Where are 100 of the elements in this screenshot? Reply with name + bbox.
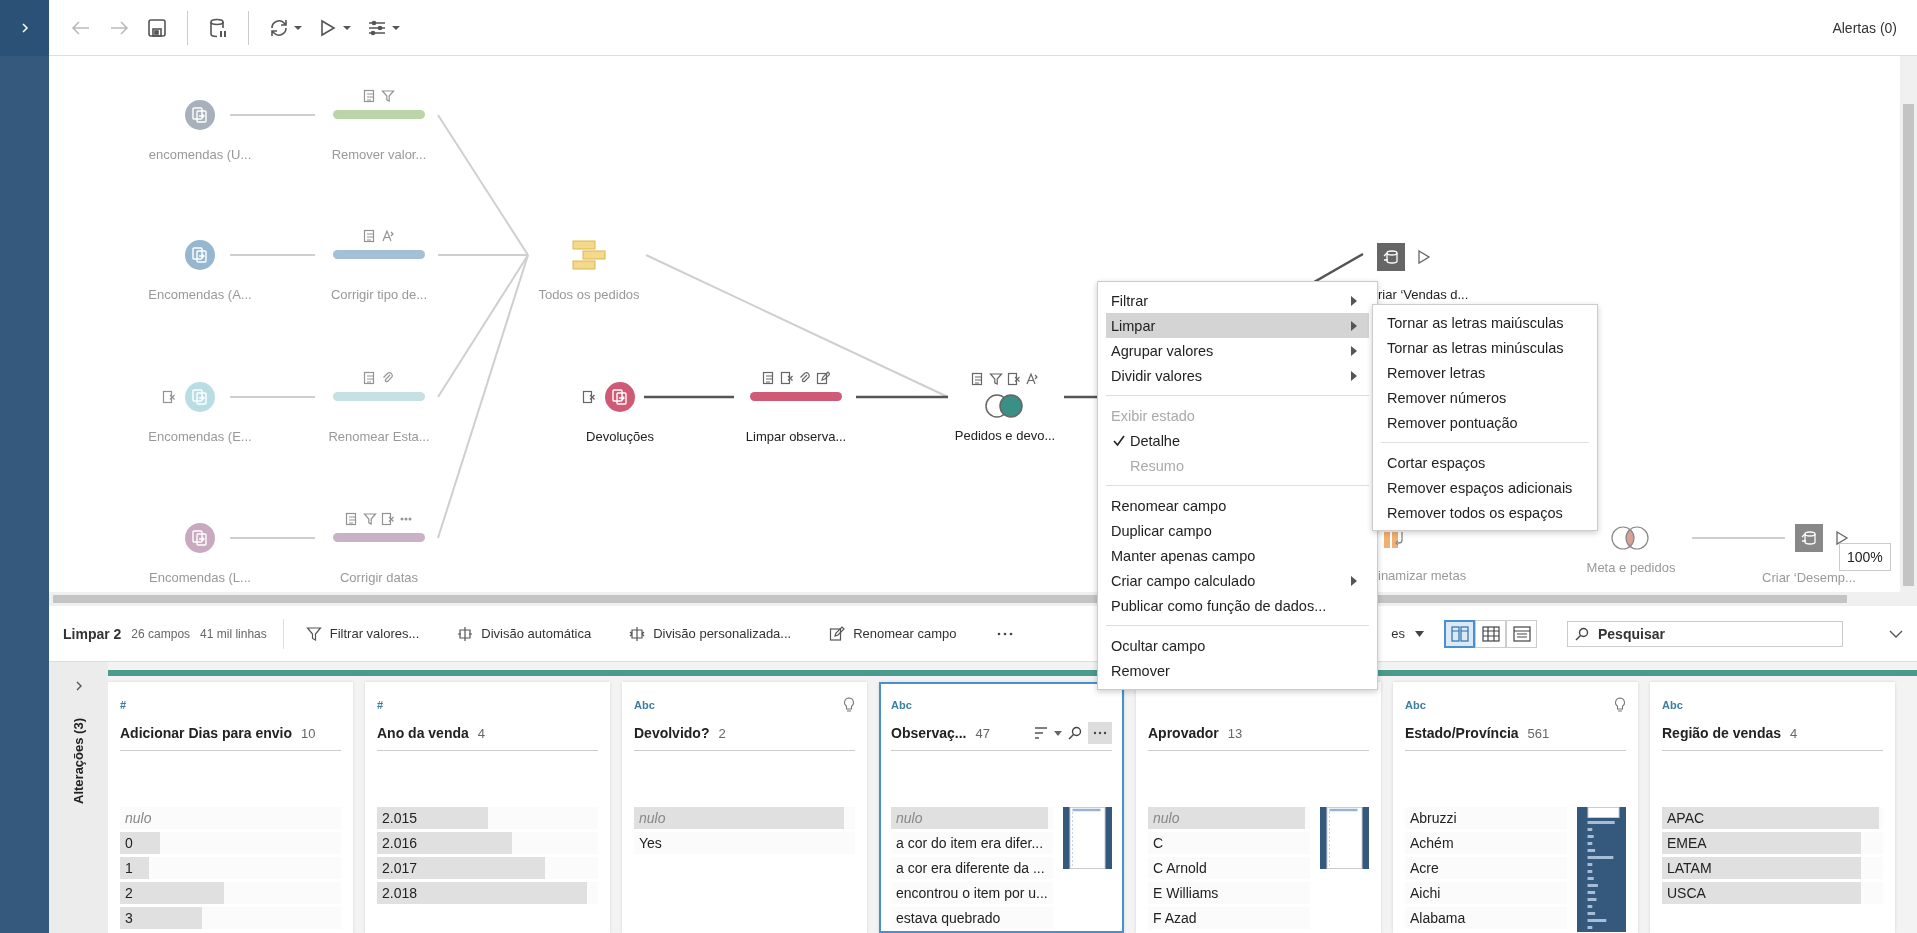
menu-item[interactable]: Duplicar campo (1106, 518, 1369, 543)
field-card[interactable]: # Adicionar Dias para envio 10 nulo 0 1 2 3 (108, 682, 353, 933)
play-icon[interactable] (1417, 249, 1431, 265)
menu-item[interactable]: Remover espaços adicionais (1373, 475, 1597, 500)
field-card[interactable]: Abc Estado/Província 561 Abruzzi Achém Acre Aichi Alabama (1393, 682, 1638, 933)
menu-item[interactable]: Publicar como função de dados... (1106, 593, 1369, 618)
menu-item[interactable]: Detalhe (1106, 428, 1369, 453)
value-count: 13 (1227, 725, 1243, 741)
menu-item[interactable]: Remover (1106, 658, 1369, 683)
view-toggle[interactable] (1475, 619, 1506, 648)
value-label[interactable]: Alabama (1405, 910, 1466, 926)
field-card[interactable]: Aprovador 13 nulo C C Arnold E Williams F Azad (1136, 682, 1381, 933)
value-label[interactable]: 2.017 (377, 860, 418, 876)
value-label[interactable]: LATAM (1662, 860, 1712, 876)
toolbar-action[interactable]: Divisão automática (451, 624, 598, 643)
value-label[interactable]: F Azad (1148, 910, 1197, 926)
menu-item[interactable]: Agrupar valores (1106, 338, 1369, 363)
alerts-link[interactable]: Alertas (0) (1832, 19, 1897, 36)
value-label[interactable]: a cor era diferente da ... (891, 860, 1045, 876)
lightbulb-icon[interactable] (1614, 697, 1626, 713)
field-card[interactable]: Abc Observaç... 47 nulo a cor do item era difer... a cor era diferente da ... encontrou o item por u... estava quebrado (879, 682, 1124, 933)
value-label[interactable]: Abruzzi (1405, 810, 1457, 826)
changes-panel-label[interactable]: Alterações (3) (71, 718, 86, 804)
value-label[interactable]: E Williams (1148, 885, 1219, 901)
caret-icon[interactable] (1054, 730, 1062, 736)
value-label[interactable]: Acre (1405, 860, 1439, 876)
input-node[interactable] (185, 523, 215, 553)
caret-icon (392, 24, 400, 31)
value-label[interactable]: 2.018 (377, 885, 418, 901)
menu-item[interactable]: Tornar as letras minúsculas (1373, 335, 1597, 360)
overview-drawing[interactable] (1320, 807, 1369, 869)
value-label[interactable]: estava quebrado (891, 910, 1001, 926)
value-label[interactable]: a cor do item era difer... (891, 835, 1044, 851)
input-node[interactable] (605, 382, 635, 412)
output-node[interactable] (1377, 243, 1405, 271)
value-label[interactable]: 3 (120, 910, 133, 926)
vertical-scrollbar[interactable] (1900, 56, 1917, 592)
histogram-drawing[interactable] (1577, 807, 1626, 932)
value-label[interactable]: 0 (120, 835, 133, 851)
search-icon[interactable] (1068, 726, 1082, 740)
value-label[interactable]: 2 (120, 885, 133, 901)
view-toggle[interactable] (1444, 619, 1475, 648)
join-icon[interactable] (1610, 525, 1652, 551)
value-label[interactable]: APAC (1662, 810, 1705, 826)
more-button[interactable] (1088, 722, 1112, 744)
toolbar-action[interactable]: Renomear campo (823, 624, 963, 643)
actions-label[interactable]: es (1391, 626, 1405, 641)
input-node[interactable] (185, 240, 215, 270)
menu-item[interactable]: Filtrar (1106, 288, 1369, 313)
value-count: 10 (300, 725, 316, 741)
value-label[interactable]: 2.015 (377, 810, 418, 826)
input-node[interactable] (185, 382, 215, 412)
node-label: inamizar metas (1378, 568, 1467, 583)
value-label[interactable]: encontrou o item por u... (891, 885, 1048, 901)
more-icon[interactable] (996, 630, 1013, 637)
overview-drawing[interactable] (1063, 807, 1112, 869)
collapse-icon[interactable] (1889, 629, 1903, 638)
menu-item[interactable]: Remover letras (1373, 360, 1597, 385)
value-label[interactable]: Aichi (1405, 885, 1441, 901)
value-label[interactable]: 2.016 (377, 835, 418, 851)
value-label[interactable]: Yes (634, 835, 662, 851)
menu-item[interactable]: Criar campo calculado (1106, 568, 1369, 593)
menu-item[interactable]: Ocultar campo (1106, 633, 1369, 658)
split-icon (457, 625, 474, 642)
node-label: Encomendas (A... (148, 287, 252, 302)
menu-item[interactable]: Tornar as letras maiúsculas (1373, 310, 1597, 335)
field-card[interactable]: # Ano da venda 4 2.015 2.016 2.017 2.018 (365, 682, 610, 933)
value-label[interactable]: C (1148, 835, 1164, 851)
value-label[interactable]: EMEA (1662, 835, 1707, 851)
menu-item[interactable]: Manter apenas campo (1106, 543, 1369, 568)
join-icon[interactable] (984, 393, 1026, 419)
menu-item[interactable]: Remover pontuação (1373, 410, 1597, 435)
lightbulb-icon[interactable] (843, 697, 855, 713)
menu-item[interactable]: Remover números (1373, 385, 1597, 410)
menu-item[interactable]: Renomear campo (1106, 493, 1369, 518)
field-count: 26 campos (131, 626, 191, 641)
toolbar-action[interactable]: Divisão personalizada... (623, 624, 798, 643)
search-field[interactable]: Pesquisar (1567, 620, 1843, 647)
sort-icon[interactable] (1034, 727, 1048, 739)
menu-item[interactable]: Dividir valores (1106, 363, 1369, 388)
toolbar-action[interactable]: Filtrar valores... (299, 624, 426, 643)
value-label[interactable]: 1 (120, 860, 133, 876)
caret-icon[interactable] (1415, 630, 1424, 637)
play-icon[interactable] (1835, 530, 1849, 546)
view-toggle[interactable] (1506, 619, 1537, 648)
copy-icon (191, 106, 209, 124)
field-card[interactable]: Abc Devolvido? 2 nulo Yes (622, 682, 867, 933)
menu-item[interactable]: Remover todos os espaços (1373, 500, 1597, 525)
node-label: Encomendas (E... (148, 429, 252, 444)
output-node[interactable] (1795, 524, 1823, 552)
field-card[interactable]: Abc Região de vendas 4 APAC EMEA LATAM USCA (1650, 682, 1895, 933)
value-label[interactable]: USCA (1662, 885, 1706, 901)
value-label[interactable]: Achém (1405, 835, 1454, 851)
input-node[interactable] (185, 100, 215, 130)
value-label[interactable]: C Arnold (1148, 860, 1207, 876)
value-count: 47 (975, 725, 990, 741)
value-label[interactable]: nulo (120, 810, 152, 826)
menu-item[interactable]: Limpar (1106, 313, 1369, 338)
more-icon (1093, 731, 1107, 735)
menu-item[interactable]: Cortar espaços (1373, 450, 1597, 475)
